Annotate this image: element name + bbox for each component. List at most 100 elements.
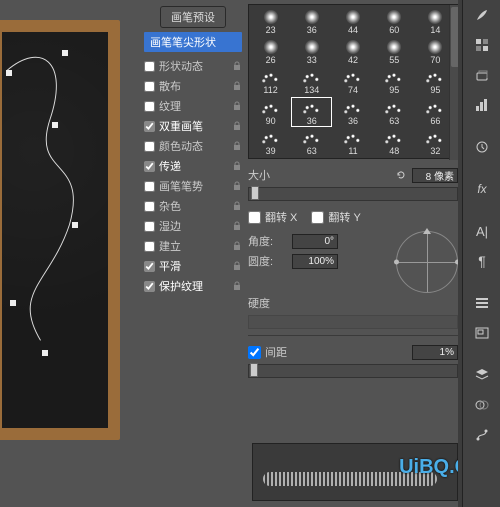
angle-control[interactable] (396, 231, 458, 293)
brush-thumb[interactable]: 44 (332, 6, 373, 36)
lock-icon[interactable] (232, 181, 242, 191)
brush-thumb[interactable]: 26 (250, 36, 291, 66)
roundness-label: 圆度: (248, 253, 288, 269)
option-7[interactable]: 杂色 (138, 196, 248, 216)
option-checkbox[interactable] (144, 81, 155, 92)
brush-thumb[interactable]: 23 (250, 6, 291, 36)
brush-thumb[interactable]: 90 (250, 97, 291, 127)
paragraph-icon[interactable]: ¶ (463, 246, 500, 276)
brush-icon[interactable] (463, 0, 500, 30)
option-checkbox[interactable] (144, 281, 155, 292)
lock-icon[interactable] (232, 121, 242, 131)
option-checkbox[interactable] (144, 161, 155, 172)
flip-y-checkbox[interactable] (311, 211, 324, 224)
brush-thumb[interactable]: 48 (374, 127, 415, 157)
brush-thumb[interactable]: 60 (374, 6, 415, 36)
option-5[interactable]: 传递 (138, 156, 248, 176)
option-checkbox[interactable] (144, 261, 155, 272)
brush-thumb[interactable]: 112 (250, 66, 291, 96)
angle-input[interactable] (292, 234, 338, 249)
option-checkbox[interactable] (144, 61, 155, 72)
swatches-icon[interactable] (463, 30, 500, 60)
option-11[interactable]: 保护纹理 (138, 276, 248, 296)
lock-icon[interactable] (232, 261, 242, 271)
size-label: 大小 (248, 167, 390, 183)
clone-icon[interactable] (463, 60, 500, 90)
bezier-path (2, 32, 108, 417)
history-icon[interactable] (463, 132, 500, 162)
character-icon[interactable]: A| (463, 216, 500, 246)
brush-preview-icon (341, 132, 365, 146)
lock-icon[interactable] (232, 81, 242, 91)
brush-tip-shape-tab[interactable]: 画笔笔尖形状 (144, 32, 242, 52)
anchor-point[interactable] (52, 122, 58, 128)
properties-icon[interactable] (463, 288, 500, 318)
size-input[interactable] (412, 168, 458, 183)
option-2[interactable]: 纹理 (138, 96, 248, 116)
anchor-point[interactable] (10, 300, 16, 306)
roundness-input[interactable] (292, 254, 338, 269)
lock-icon[interactable] (232, 281, 242, 291)
anchor-point[interactable] (72, 222, 78, 228)
option-1[interactable]: 散布 (138, 76, 248, 96)
option-4[interactable]: 颜色动态 (138, 136, 248, 156)
angle-label: 角度: (248, 233, 288, 249)
brush-thumb[interactable]: 134 (291, 66, 332, 96)
spacing-slider[interactable] (248, 364, 458, 378)
brush-thumb[interactable]: 63 (374, 97, 415, 127)
option-6[interactable]: 画笔笔势 (138, 176, 248, 196)
option-checkbox[interactable] (144, 121, 155, 132)
brush-thumb[interactable]: 95 (374, 66, 415, 96)
brush-thumb[interactable]: 33 (291, 36, 332, 66)
reset-size-icon[interactable] (394, 169, 408, 181)
brush-thumb[interactable]: 39 (250, 127, 291, 157)
brush-size-label: 23 (266, 25, 276, 35)
channels-icon[interactable] (463, 390, 500, 420)
option-0[interactable]: 形状动态 (138, 56, 248, 76)
navigator-icon[interactable] (463, 318, 500, 348)
option-checkbox[interactable] (144, 181, 155, 192)
brush-size-label: 36 (348, 116, 358, 126)
size-slider[interactable] (248, 187, 458, 201)
lock-icon[interactable] (232, 101, 242, 111)
brush-size-label: 60 (389, 25, 399, 35)
option-checkbox[interactable] (144, 201, 155, 212)
brush-thumbnail-grid: 2336446014263342557011213474959590363663… (248, 4, 458, 159)
spacing-input[interactable] (412, 345, 458, 360)
paths-icon[interactable] (463, 420, 500, 450)
lock-icon[interactable] (232, 221, 242, 231)
fx-icon[interactable]: fx (463, 174, 500, 204)
brush-thumb[interactable]: 11 (332, 127, 373, 157)
flip-x-checkbox[interactable] (248, 211, 261, 224)
option-checkbox[interactable] (144, 241, 155, 252)
option-8[interactable]: 湿边 (138, 216, 248, 236)
lock-icon[interactable] (232, 201, 242, 211)
lock-icon[interactable] (232, 241, 242, 251)
brush-thumb[interactable]: 42 (332, 36, 373, 66)
option-label: 湿边 (159, 218, 228, 234)
lock-icon[interactable] (232, 61, 242, 71)
brush-thumb[interactable]: 36 (291, 6, 332, 36)
anchor-point[interactable] (62, 50, 68, 56)
brush-thumb[interactable]: 36 (291, 97, 332, 127)
option-label: 传递 (159, 158, 228, 174)
brush-thumb[interactable]: 36 (332, 97, 373, 127)
option-checkbox[interactable] (144, 141, 155, 152)
brush-thumb[interactable]: 55 (374, 36, 415, 66)
option-10[interactable]: 平滑 (138, 256, 248, 276)
anchor-point[interactable] (6, 70, 12, 76)
brush-thumb[interactable]: 74 (332, 66, 373, 96)
brush-presets-button[interactable]: 画笔预设 (160, 6, 226, 28)
option-checkbox[interactable] (144, 101, 155, 112)
option-3[interactable]: 双重画笔 (138, 116, 248, 136)
option-checkbox[interactable] (144, 221, 155, 232)
brush-panel: 画笔预设 画笔笔尖形状 形状动态散布纹理双重画笔颜色动态传递画笔笔势杂色湿边建立… (138, 0, 462, 507)
layers-icon[interactable] (463, 360, 500, 390)
levels-icon[interactable] (463, 90, 500, 120)
lock-icon[interactable] (232, 161, 242, 171)
lock-icon[interactable] (232, 141, 242, 151)
anchor-point[interactable] (42, 350, 48, 356)
option-9[interactable]: 建立 (138, 236, 248, 256)
brush-thumb[interactable]: 63 (291, 127, 332, 157)
spacing-checkbox[interactable] (248, 346, 261, 359)
